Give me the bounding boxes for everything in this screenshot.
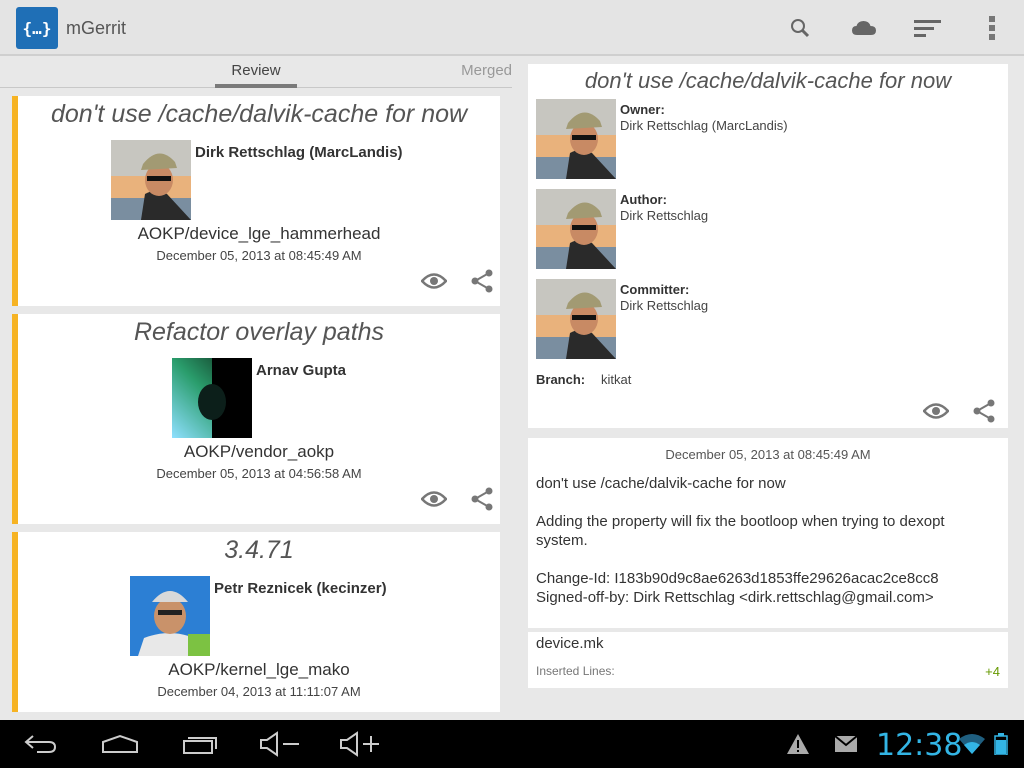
commit-body-line: system. xyxy=(536,532,588,549)
owner-avatar xyxy=(536,99,616,179)
owner-name: Petr Reznicek (kecinzer) xyxy=(214,580,387,597)
system-nav-bar: 12:38 xyxy=(0,720,1024,768)
commit-body-line: Adding the property will fix the bootloo… xyxy=(536,513,945,530)
author-avatar xyxy=(536,189,616,269)
project-name: AOKP/vendor_aokp xyxy=(183,442,335,461)
share-icon[interactable] xyxy=(467,484,497,514)
volume-down-icon[interactable] xyxy=(256,728,304,760)
commit-subject: don't use /cache/dalvik-cache for now xyxy=(536,475,786,492)
share-icon[interactable] xyxy=(969,396,999,426)
commit-date: December 05, 2013 at 08:45:49 AM xyxy=(665,447,871,462)
author-value: Dirk Rettschlag xyxy=(620,208,709,223)
volume-up-icon[interactable] xyxy=(336,728,384,760)
app-logo-icon[interactable]: {…} xyxy=(16,7,58,49)
branch-label: Branch: xyxy=(536,372,586,387)
author-label: Author: xyxy=(620,192,667,207)
owner-avatar xyxy=(130,576,210,656)
owner-label: Owner: xyxy=(620,102,665,117)
change-card[interactable]: 3.4.71 Petr Reznicek (kecinzer) AOKP/ker… xyxy=(12,532,500,712)
mail-icon[interactable] xyxy=(822,728,870,760)
change-date: December 04, 2013 at 11:11:07 AM xyxy=(157,684,361,699)
change-date: December 05, 2013 at 04:56:58 AM xyxy=(156,466,362,481)
tab-merged[interactable]: Merged xyxy=(440,62,512,79)
project-name: AOKP/device_lge_hammerhead xyxy=(137,224,381,243)
change-detail-header: don't use /cache/dalvik-cache for now Ow… xyxy=(528,64,1008,428)
project-name: AOKP/kernel_lge_mako xyxy=(168,660,350,679)
owner-name: Dirk Rettschlag (MarcLandis) xyxy=(195,144,403,161)
file-name: device.mk xyxy=(536,635,604,652)
overflow-menu-icon[interactable] xyxy=(976,12,1008,44)
tab-strip: Review Merged xyxy=(0,58,512,88)
inserted-lines-value: +4 xyxy=(985,664,1000,679)
commit-message-panel: December 05, 2013 at 08:45:49 AM don't u… xyxy=(528,438,1008,628)
view-icon[interactable] xyxy=(921,396,951,426)
view-icon[interactable] xyxy=(419,266,449,296)
app-title: mGerrit xyxy=(66,18,126,38)
owner-avatar xyxy=(172,358,252,438)
recent-apps-icon[interactable] xyxy=(176,728,224,760)
owner-avatar xyxy=(111,140,191,220)
action-bar: {…} mGerrit xyxy=(0,0,1024,56)
battery-icon xyxy=(988,728,1014,760)
file-list-item[interactable]: device.mk Inserted Lines: +4 xyxy=(528,632,1008,688)
inserted-lines-label: Inserted Lines: xyxy=(536,664,615,678)
change-subject: 3.4.71 xyxy=(224,536,294,564)
search-icon[interactable] xyxy=(784,12,816,44)
tab-review[interactable]: Review xyxy=(215,62,297,88)
owner-name: Arnav Gupta xyxy=(256,362,347,379)
change-subject: Refactor overlay paths xyxy=(133,318,385,346)
committer-label: Committer: xyxy=(620,282,690,297)
change-subject: don't use /cache/dalvik-cache for now xyxy=(50,100,468,128)
back-icon[interactable] xyxy=(16,728,64,760)
owner-value: Dirk Rettschlag (MarcLandis) xyxy=(620,118,788,133)
change-date: December 05, 2013 at 08:45:49 AM xyxy=(156,248,362,263)
branch-value: kitkat xyxy=(601,372,632,387)
warning-icon[interactable] xyxy=(774,728,822,760)
change-id: Change-Id: I183b90d9c8ae6263d1853ffe2962… xyxy=(536,570,939,587)
cloud-icon[interactable] xyxy=(848,12,880,44)
share-icon[interactable] xyxy=(467,266,497,296)
change-card[interactable]: Refactor overlay paths Arnav Gupta AOKP/… xyxy=(12,314,500,524)
sort-icon[interactable] xyxy=(912,12,944,44)
committer-value: Dirk Rettschlag xyxy=(620,298,709,313)
signed-off-by: Signed-off-by: Dirk Rettschlag <dirk.ret… xyxy=(536,589,934,606)
home-icon[interactable] xyxy=(96,728,144,760)
committer-avatar xyxy=(536,279,616,359)
change-card[interactable]: don't use /cache/dalvik-cache for now Di… xyxy=(12,96,500,306)
detail-title: don't use /cache/dalvik-cache for now xyxy=(584,68,952,93)
view-icon[interactable] xyxy=(419,484,449,514)
